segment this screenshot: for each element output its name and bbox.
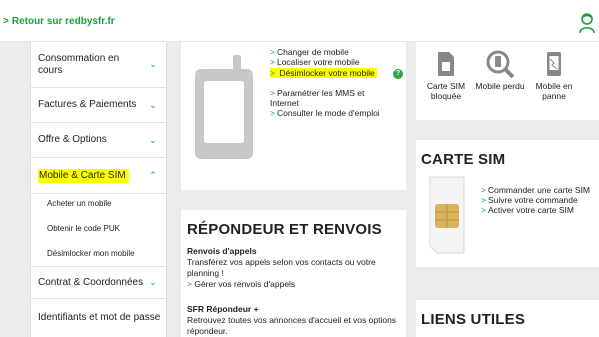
parametrer-mms-link[interactable]: > Paramétrer les MMS et Internet: [270, 88, 380, 108]
sidebar-item-label: Factures & Paiements: [38, 99, 137, 110]
help-icon[interactable]: ?: [393, 69, 403, 79]
link-label: Changer de mobile: [276, 47, 349, 57]
repondeur-title: RÉPONDEUR ET RENVOIS: [187, 221, 382, 238]
renvois-section: Renvois d'appels Transférez vos appels s…: [187, 246, 397, 290]
chevron-down-icon: ⌄: [149, 99, 157, 110]
sidebar-item-factures[interactable]: Factures & Paiements ⌄: [31, 88, 166, 123]
carte-sim-links: > Commander une carte SIM > Suivre votre c…: [481, 185, 590, 215]
desimlocker-mobile-link[interactable]: > Désimlocker votre mobile: [270, 68, 377, 78]
shortcut-mobile-perdu[interactable]: Mobile perdu: [475, 50, 525, 91]
sfr-repondeur-title: SFR Répondeur +: [187, 304, 259, 314]
link-label: Consulter le mode d'emploi: [276, 108, 380, 118]
mobile-links: > Changer de mobile > Localiser votre mobi…: [270, 47, 380, 118]
mode-emploi-link[interactable]: > Consulter le mode d'emploi: [270, 108, 380, 118]
link-label: Commander une carte SIM: [487, 185, 591, 195]
sidebar-item-mobile-carte-sim[interactable]: Mobile & Carte SIM ⌃: [31, 158, 166, 194]
sidebar: Consommation en cours ⌄ Factures & Paiem…: [30, 42, 167, 337]
sidebar-item-label: Mobile & Carte SIM: [38, 168, 129, 183]
back-link-label: Retour sur redbysfr.fr: [11, 16, 115, 27]
sfr-repondeur-text: Retrouvez toutes vos annonces d'accueil …: [187, 315, 397, 336]
localiser-mobile-link[interactable]: > Localiser votre mobile: [270, 57, 380, 67]
phone-illustration-icon: [195, 55, 253, 159]
renvois-title: Renvois d'appels: [187, 246, 257, 256]
sidebar-item-label: Offre & Options: [38, 134, 107, 145]
back-to-redbysfr-link[interactable]: > Retour sur redbysfr.fr: [3, 16, 115, 27]
broken-phone-icon: [547, 52, 561, 76]
sidebar-subitem-desimlocker[interactable]: Désimlocker mon mobile: [31, 249, 166, 258]
link-label: Paramétrer les MMS et Internet: [270, 88, 365, 108]
shortcut-label: Mobile en panne: [535, 81, 573, 101]
link-label: Activer votre carte SIM: [487, 205, 574, 215]
top-bar: > Retour sur redbysfr.fr: [0, 0, 599, 42]
chevron-down-icon: ⌄: [149, 277, 157, 287]
sidebar-item-identifiants[interactable]: Identifiants et mot de passe: [31, 299, 166, 337]
shortcut-label: Mobile perdu: [475, 81, 525, 91]
chevron-right-icon: >: [3, 16, 9, 27]
changer-mobile-link[interactable]: > Changer de mobile: [270, 47, 380, 57]
sidebar-item-label: Identifiants et mot de passe: [38, 312, 161, 323]
sim-card-illustration-icon: [429, 176, 465, 254]
sfr-repondeur-section: SFR Répondeur + Retrouvez toutes vos ann…: [187, 304, 397, 337]
gerer-renvois-link[interactable]: > Gérer vos renvois d'appels: [187, 279, 295, 289]
sidebar-subitem-acheter-mobile[interactable]: Acheter un mobile: [31, 199, 166, 208]
chevron-up-icon: ⌃: [149, 170, 157, 180]
link-label: Désimlocker votre mobile: [279, 68, 375, 78]
sim-card-icon: [438, 52, 454, 76]
link-label: Suivre votre commande: [487, 195, 578, 205]
activer-sim-link[interactable]: > Activer votre carte SIM: [481, 205, 590, 215]
link-label: Localiser votre mobile: [276, 57, 360, 67]
shortcut-sim-bloquee[interactable]: Carte SIM bloquée: [421, 50, 471, 101]
sidebar-item-offre[interactable]: Offre & Options ⌄: [31, 123, 166, 158]
carte-sim-title: CARTE SIM: [421, 151, 506, 168]
sidebar-item-contrat[interactable]: Contrat & Coordonnées ⌄: [31, 266, 166, 299]
liens-utiles-title: LIENS UTILES: [421, 311, 526, 328]
sidebar-item-label: Contrat & Coordonnées: [38, 276, 144, 288]
commander-sim-link[interactable]: > Commander une carte SIM: [481, 185, 590, 195]
link-label: Gérer vos renvois d'appels: [194, 279, 296, 289]
chevron-down-icon: ⌄: [149, 59, 157, 69]
shortcut-mobile-panne[interactable]: Mobile en panne: [529, 50, 579, 101]
renvois-text: Transférez vos appels selon vos contacts…: [187, 257, 376, 278]
user-icon[interactable]: [578, 12, 596, 34]
sidebar-item-label: Consommation en cours: [38, 52, 120, 76]
sidebar-subitem-code-puk[interactable]: Obtenir le code PUK: [31, 224, 166, 233]
suivre-commande-link[interactable]: > Suivre votre commande: [481, 195, 590, 205]
shortcut-label: Carte SIM bloquée: [426, 81, 466, 101]
chevron-down-icon: ⌄: [149, 134, 157, 145]
sidebar-item-consommation[interactable]: Consommation en cours ⌄: [31, 42, 166, 88]
magnifier-icon: [486, 50, 515, 78]
